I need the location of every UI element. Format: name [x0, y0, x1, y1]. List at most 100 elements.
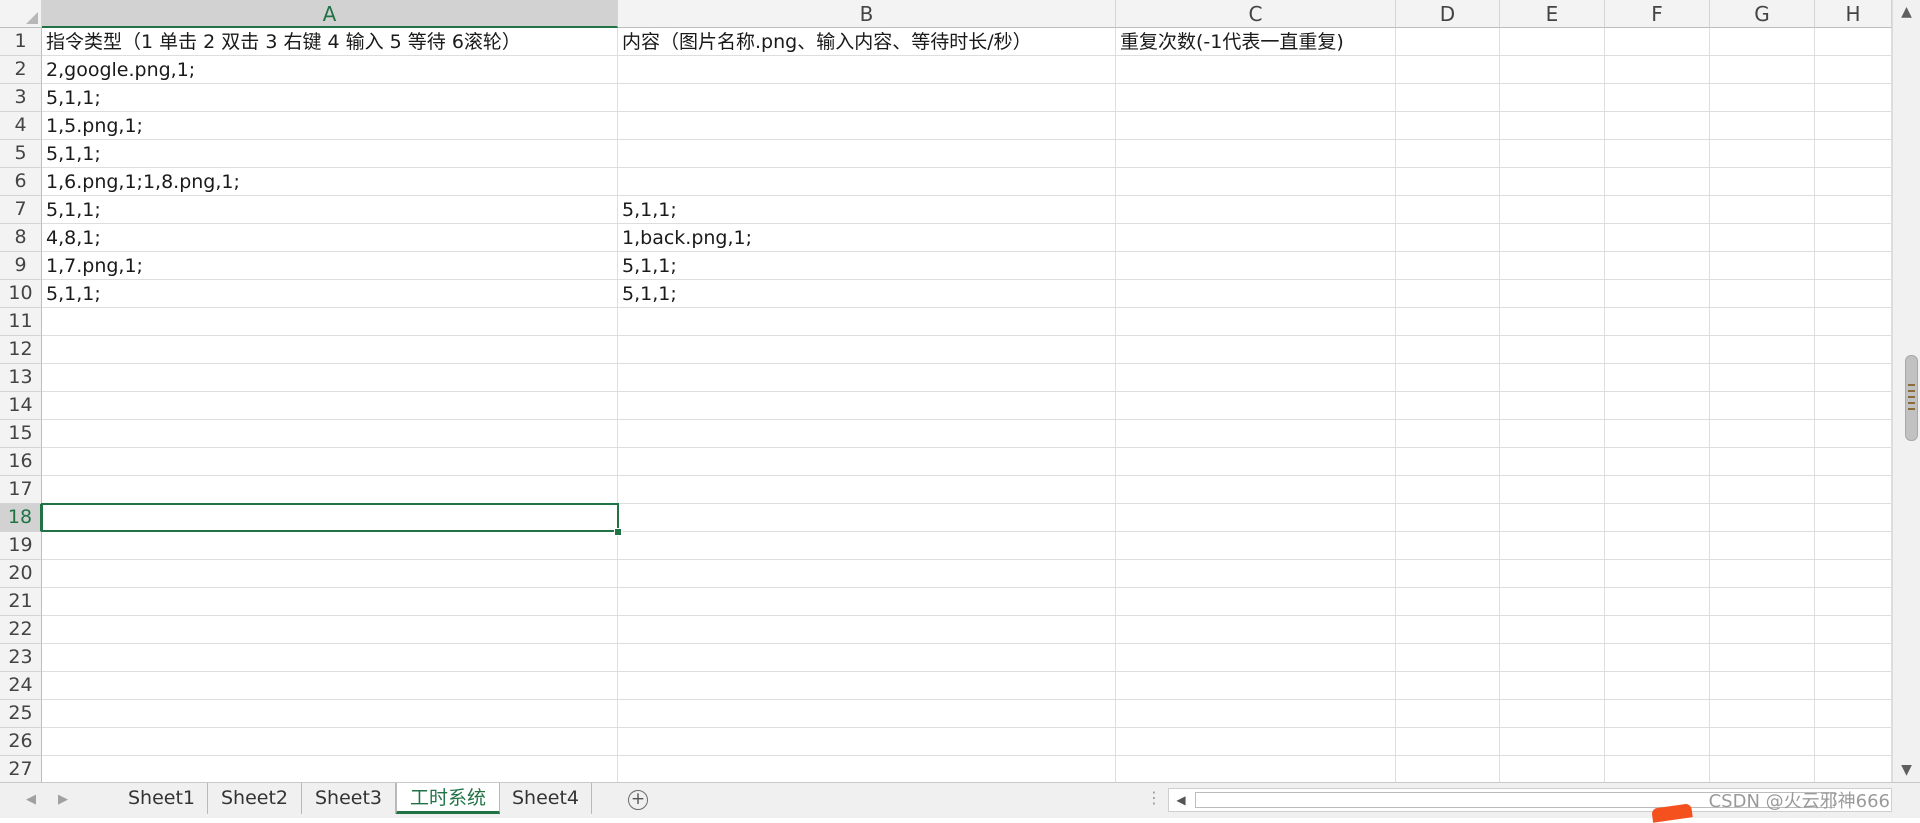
row-header-12[interactable]: 12 [0, 336, 42, 364]
grid-line [42, 335, 1892, 336]
fill-handle[interactable] [614, 528, 622, 536]
watermark: CSDN @火云邪神666 [1708, 791, 1890, 812]
cell-a9[interactable]: 1,7.png,1; [42, 252, 143, 280]
grid-line [42, 671, 1892, 672]
grid-line [1395, 28, 1396, 782]
row-header-24[interactable]: 24 [0, 672, 42, 700]
row-header-25[interactable]: 25 [0, 700, 42, 728]
sheet-tab-1[interactable]: Sheet1 [116, 783, 208, 814]
row-header-17[interactable]: 17 [0, 476, 42, 504]
grid-line [1115, 28, 1116, 782]
cell-b7[interactable]: 5,1,1; [618, 196, 677, 224]
column-header-d[interactable]: D [1396, 0, 1500, 28]
row-header-26[interactable]: 26 [0, 728, 42, 756]
scroll-left-icon[interactable]: ◀ [1169, 789, 1193, 811]
row-header-23[interactable]: 23 [0, 644, 42, 672]
column-header-h[interactable]: H [1815, 0, 1892, 28]
row-header-1[interactable]: 1 [0, 28, 42, 56]
cell-b9[interactable]: 5,1,1; [618, 252, 677, 280]
row-header-9[interactable]: 9 [0, 252, 42, 280]
prev-sheet-icon[interactable]: ◀ [20, 787, 42, 813]
row-header-6[interactable]: 6 [0, 168, 42, 196]
grid-line [42, 307, 1892, 308]
row-header-20[interactable]: 20 [0, 560, 42, 588]
row-header-10[interactable]: 10 [0, 280, 42, 308]
row-header-11[interactable]: 11 [0, 308, 42, 336]
column-header-g[interactable]: G [1710, 0, 1815, 28]
column-header-f[interactable]: F [1605, 0, 1710, 28]
splitter-handle-icon[interactable]: ⋮ [1146, 788, 1162, 807]
row-header-8[interactable]: 8 [0, 224, 42, 252]
cell-a8[interactable]: 4,8,1; [42, 224, 101, 252]
row-header-15[interactable]: 15 [0, 420, 42, 448]
grid-line [42, 727, 1892, 728]
cell-a5[interactable]: 5,1,1; [42, 140, 101, 168]
grid-line [42, 391, 1892, 392]
grid-line [1709, 28, 1710, 782]
row-header-2[interactable]: 2 [0, 56, 42, 84]
row-header-16[interactable]: 16 [0, 448, 42, 476]
grid-line [42, 559, 1892, 560]
grid-line [42, 251, 1892, 252]
column-header-row: ABCDEFGH [0, 0, 1920, 28]
sheet-tab-4[interactable]: 工时系统 [396, 783, 500, 814]
grid-line [42, 139, 1892, 140]
cell-b8[interactable]: 1,back.png,1; [618, 224, 752, 252]
next-sheet-icon[interactable]: ▶ [52, 787, 74, 813]
grid-line [617, 28, 618, 782]
cell-a10[interactable]: 5,1,1; [42, 280, 101, 308]
cell-b1[interactable]: 内容（图片名称.png、输入内容、等待时长/秒） [618, 28, 1032, 56]
grid-line [1604, 28, 1605, 782]
row-header-21[interactable]: 21 [0, 588, 42, 616]
grid-line [42, 587, 1892, 588]
cell-c1[interactable]: 重复次数(-1代表一直重复) [1116, 28, 1344, 56]
cell-a7[interactable]: 5,1,1; [42, 196, 101, 224]
sheet-tab-3[interactable]: Sheet3 [302, 783, 396, 814]
column-header-c[interactable]: C [1116, 0, 1396, 28]
cell-a1[interactable]: 指令类型（1 单击 2 双击 3 右键 4 输入 5 等待 6滚轮） [42, 28, 521, 56]
column-header-b[interactable]: B [618, 0, 1116, 28]
row-header-5[interactable]: 5 [0, 140, 42, 168]
sheet-tab-bar: ◀ ▶ Sheet1 Sheet2 Sheet3 工时系统 Sheet4 + ⋮ ◀ [0, 782, 1920, 818]
grid-line [42, 111, 1892, 112]
active-cell-a18[interactable] [41, 503, 619, 532]
column-header-a[interactable]: A [42, 0, 618, 28]
sheet-tab-2[interactable]: Sheet2 [208, 783, 302, 814]
grid-line [42, 643, 1892, 644]
cell-a3[interactable]: 5,1,1; [42, 84, 101, 112]
grid-line [42, 615, 1892, 616]
row-header-14[interactable]: 14 [0, 392, 42, 420]
grid-line [42, 223, 1892, 224]
row-header-7[interactable]: 7 [0, 196, 42, 224]
cell-a6[interactable]: 1,6.png,1;1,8.png,1; [42, 168, 240, 196]
grid-line [42, 279, 1892, 280]
grid-line [42, 419, 1892, 420]
row-header-22[interactable]: 22 [0, 616, 42, 644]
grid-line [42, 755, 1892, 756]
row-header-27[interactable]: 27 [0, 756, 42, 784]
grid-line [42, 699, 1892, 700]
vertical-scroll-thumb[interactable] [1905, 355, 1918, 441]
row-header-4[interactable]: 4 [0, 112, 42, 140]
grid-line [1499, 28, 1500, 782]
grid-line [42, 447, 1892, 448]
grid-line [42, 475, 1892, 476]
vertical-scrollbar[interactable]: ▲ ▼ [1892, 0, 1920, 786]
scroll-up-icon[interactable]: ▲ [1893, 0, 1920, 24]
row-header-13[interactable]: 13 [0, 364, 42, 392]
column-header-e[interactable]: E [1500, 0, 1605, 28]
add-sheet-icon[interactable]: + [628, 790, 648, 810]
grid-line [42, 167, 1892, 168]
grid-line [42, 83, 1892, 84]
cell-a2[interactable]: 2,google.png,1; [42, 56, 195, 84]
select-all-corner[interactable] [0, 0, 42, 28]
scroll-down-icon[interactable]: ▼ [1893, 758, 1920, 782]
row-header-18[interactable]: 18 [0, 504, 42, 532]
spreadsheet: ABCDEFGH 1 2 3 4 5 6 7 8 9 10 11 12 13 14 15 16 17 18 19 20… [0, 0, 1920, 823]
row-header-3[interactable]: 3 [0, 84, 42, 112]
cell-b10[interactable]: 5,1,1; [618, 280, 677, 308]
cell-a4[interactable]: 1,5.png,1; [42, 112, 143, 140]
grid-line [42, 363, 1892, 364]
sheet-tab-5[interactable]: Sheet4 [500, 783, 592, 814]
row-header-19[interactable]: 19 [0, 532, 42, 560]
